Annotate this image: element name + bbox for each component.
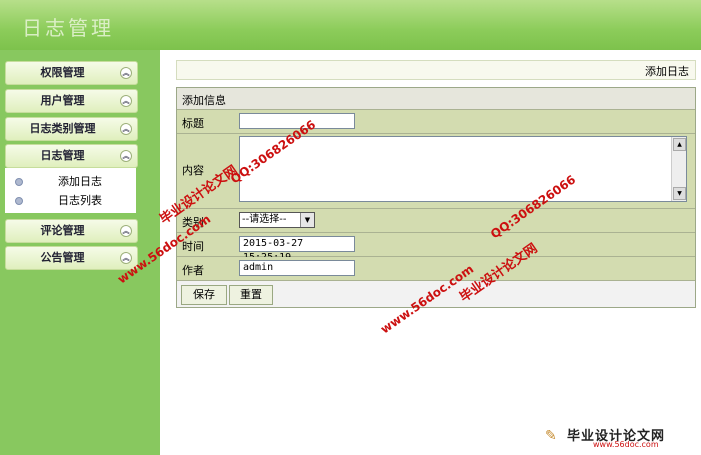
sidebar-item-log-categories[interactable]: 日志类别管理 ︽ bbox=[5, 117, 138, 141]
category-selected-value: --请选择-- bbox=[242, 214, 287, 225]
bullet-icon bbox=[15, 178, 23, 186]
sidebar-item-label: 用户管理 bbox=[40, 94, 85, 107]
scroll-down-icon[interactable]: ▼ bbox=[673, 187, 686, 200]
chevron-up-icon: ︽ bbox=[120, 123, 132, 135]
category-row: 类别 --请选择-- ▼ bbox=[177, 209, 695, 233]
sidebar-item-announcements[interactable]: 公告管理 ︽ bbox=[5, 246, 138, 270]
sidebar-item-permissions[interactable]: 权限管理 ︽ bbox=[5, 61, 138, 85]
form-heading: 添加信息 bbox=[182, 94, 226, 107]
bullet-icon bbox=[15, 197, 23, 205]
chevron-up-icon: ︽ bbox=[120, 225, 132, 237]
form-heading-row: 添加信息 bbox=[177, 88, 695, 110]
sidebar-item-label: 评论管理 bbox=[40, 224, 85, 237]
sidebar-item-label: 权限管理 bbox=[40, 66, 85, 79]
scroll-up-icon[interactable]: ▲ bbox=[673, 138, 686, 151]
time-input[interactable]: 2015-03-27 15:25:19 bbox=[239, 236, 355, 263]
textarea-scrollbar[interactable]: ▲ ▼ bbox=[671, 137, 686, 201]
app-header: 日志管理 bbox=[0, 0, 701, 50]
submenu-item-log-list[interactable]: 日志列表 bbox=[5, 192, 136, 210]
time-row: 时间 2015-03-27 15:25:19 bbox=[177, 233, 695, 263]
sidebar: 权限管理 ︽ 用户管理 ︽ 日志类别管理 ︽ 日志管理 ︽ 添加日志 日志列表 … bbox=[0, 50, 160, 455]
title-label: 标题 bbox=[182, 117, 204, 130]
author-row: 作者 admin bbox=[177, 257, 695, 281]
chevron-up-icon: ︽ bbox=[120, 150, 132, 162]
content-label: 内容 bbox=[182, 164, 204, 177]
sidebar-item-label: 日志管理 bbox=[40, 149, 85, 162]
breadcrumb: 添加日志 bbox=[176, 60, 696, 80]
submenu-item-add-log[interactable]: 添加日志 bbox=[5, 173, 136, 191]
sidebar-item-comments[interactable]: 评论管理 ︽ bbox=[5, 219, 138, 243]
chevron-up-icon: ︽ bbox=[120, 252, 132, 264]
sidebar-item-users[interactable]: 用户管理 ︽ bbox=[5, 89, 138, 113]
site-logo: ✎ 毕业设计论文网 www.56doc.com bbox=[545, 425, 695, 450]
chevron-up-icon: ︽ bbox=[120, 95, 132, 107]
sidebar-item-label: 日志类别管理 bbox=[29, 122, 96, 135]
chevron-down-icon: ▼ bbox=[300, 213, 314, 227]
save-button[interactable]: 保存 bbox=[181, 285, 227, 305]
reset-button[interactable]: 重置 bbox=[229, 285, 273, 305]
sidebar-item-label: 公告管理 bbox=[40, 251, 85, 264]
chevron-up-icon: ︽ bbox=[120, 67, 132, 79]
content-textarea[interactable]: ▲ ▼ bbox=[239, 136, 687, 202]
logo-url: www.56doc.com bbox=[593, 440, 659, 449]
category-select[interactable]: --请选择-- ▼ bbox=[239, 212, 315, 228]
submenu-item-label: 日志列表 bbox=[58, 194, 102, 207]
pen-icon: ✎ bbox=[545, 428, 557, 444]
app-title: 日志管理 bbox=[22, 16, 114, 40]
sidebar-item-logs[interactable]: 日志管理 ︽ bbox=[5, 144, 138, 168]
breadcrumb-text: 添加日志 bbox=[645, 65, 689, 78]
submenu-item-label: 添加日志 bbox=[58, 175, 102, 188]
title-row: 标题 bbox=[177, 110, 695, 134]
logs-submenu: 添加日志 日志列表 bbox=[5, 168, 136, 213]
author-label: 作者 bbox=[182, 264, 204, 277]
author-input[interactable]: admin bbox=[239, 260, 355, 276]
add-log-form: 添加信息 标题 内容 ▲ ▼ 类别 --请选择-- ▼ 时间 2015-03-2… bbox=[176, 87, 696, 308]
